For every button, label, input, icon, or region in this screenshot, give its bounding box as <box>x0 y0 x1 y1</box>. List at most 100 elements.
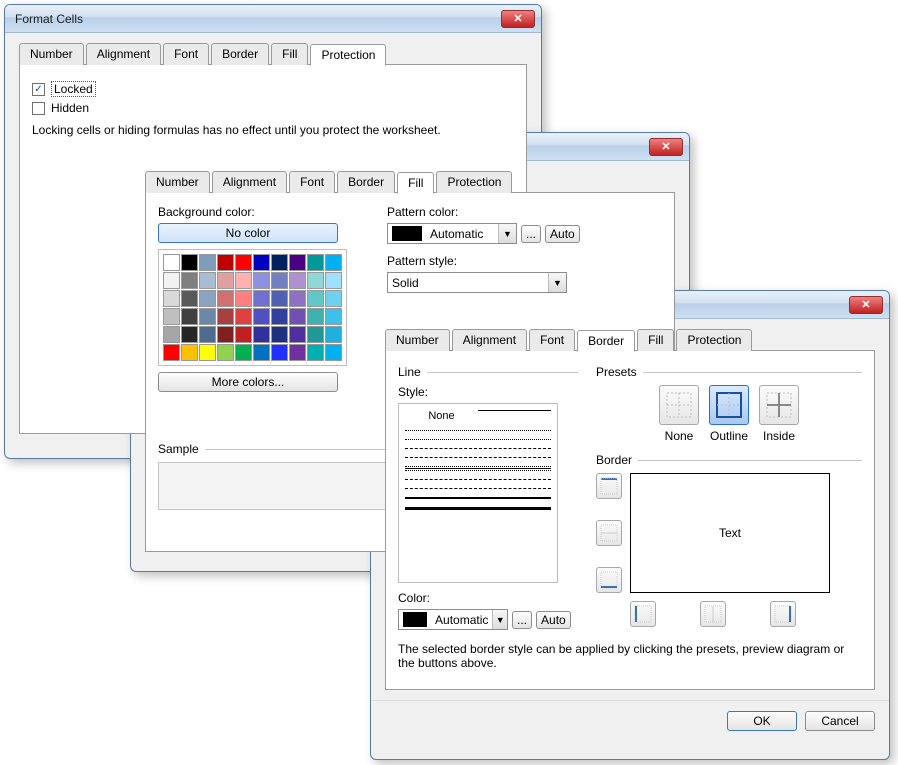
tab-alignment[interactable]: Alignment <box>212 171 287 193</box>
color-swatch[interactable] <box>271 344 288 361</box>
color-swatch[interactable] <box>217 272 234 289</box>
color-swatch[interactable] <box>289 254 306 271</box>
color-swatch[interactable] <box>253 344 270 361</box>
pattern-color-auto-button[interactable]: Auto <box>545 225 580 243</box>
line-style-option[interactable] <box>405 507 551 510</box>
color-swatch[interactable] <box>163 344 180 361</box>
color-palette[interactable] <box>158 249 347 366</box>
color-swatch[interactable] <box>217 254 234 271</box>
close-button[interactable]: ✕ <box>849 296 883 314</box>
border-color-combo[interactable]: Automatic ▼ <box>398 609 508 630</box>
color-swatch[interactable] <box>199 326 216 343</box>
color-swatch[interactable] <box>253 290 270 307</box>
line-style-option[interactable] <box>405 479 551 480</box>
color-swatch[interactable] <box>271 308 288 325</box>
color-swatch[interactable] <box>307 272 324 289</box>
line-style-option[interactable] <box>405 488 551 489</box>
color-swatch[interactable] <box>325 290 342 307</box>
color-swatch[interactable] <box>307 254 324 271</box>
border-middle-h-button[interactable] <box>596 520 622 546</box>
tab-number[interactable]: Number <box>145 171 210 193</box>
tab-fill[interactable]: Fill <box>397 172 434 194</box>
color-swatch[interactable] <box>289 326 306 343</box>
tab-font[interactable]: Font <box>163 43 209 65</box>
color-swatch[interactable] <box>181 290 198 307</box>
tab-protection[interactable]: Protection <box>436 171 512 193</box>
color-swatch[interactable] <box>325 272 342 289</box>
color-swatch[interactable] <box>289 290 306 307</box>
preset-none-button[interactable] <box>659 385 699 425</box>
color-swatch[interactable] <box>253 308 270 325</box>
color-swatch[interactable] <box>271 254 288 271</box>
color-swatch[interactable] <box>271 272 288 289</box>
line-style-list[interactable]: None <box>398 403 558 583</box>
locked-checkbox[interactable]: ✓ Locked <box>32 81 514 97</box>
color-swatch[interactable] <box>307 308 324 325</box>
tab-border[interactable]: Border <box>211 43 269 65</box>
color-swatch[interactable] <box>217 290 234 307</box>
tab-border[interactable]: Border <box>577 330 635 352</box>
titlebar[interactable]: Format Cells ✕ <box>5 5 541 33</box>
color-swatch[interactable] <box>325 308 342 325</box>
tab-number[interactable]: Number <box>19 43 84 65</box>
color-swatch[interactable] <box>289 308 306 325</box>
line-style-option[interactable] <box>405 439 551 440</box>
color-swatch[interactable] <box>289 344 306 361</box>
color-swatch[interactable] <box>253 272 270 289</box>
color-swatch[interactable] <box>253 254 270 271</box>
border-top-button[interactable] <box>596 473 622 499</box>
tab-number[interactable]: Number <box>385 329 450 351</box>
more-colors-button[interactable]: More colors... <box>158 372 338 392</box>
color-swatch[interactable] <box>163 290 180 307</box>
line-style-option[interactable] <box>405 430 551 431</box>
color-swatch[interactable] <box>163 308 180 325</box>
tab-font[interactable]: Font <box>529 329 575 351</box>
color-swatch[interactable] <box>235 254 252 271</box>
color-swatch[interactable] <box>235 344 252 361</box>
color-swatch[interactable] <box>325 344 342 361</box>
color-swatch[interactable] <box>181 272 198 289</box>
color-swatch[interactable] <box>217 308 234 325</box>
color-swatch[interactable] <box>181 254 198 271</box>
tab-protection[interactable]: Protection <box>310 44 386 66</box>
color-swatch[interactable] <box>217 344 234 361</box>
ok-button[interactable]: OK <box>727 711 797 731</box>
border-preview[interactable]: Text <box>630 473 830 593</box>
color-swatch[interactable] <box>199 254 216 271</box>
tab-font[interactable]: Font <box>289 171 335 193</box>
border-bottom-button[interactable] <box>596 567 622 593</box>
border-color-more-button[interactable]: ... <box>512 611 532 629</box>
line-style-option[interactable] <box>405 448 551 449</box>
cancel-button[interactable]: Cancel <box>805 711 875 731</box>
color-swatch[interactable] <box>289 272 306 289</box>
color-swatch[interactable] <box>199 272 216 289</box>
color-swatch[interactable] <box>235 308 252 325</box>
color-swatch[interactable] <box>307 344 324 361</box>
close-button[interactable]: ✕ <box>649 138 683 156</box>
color-swatch[interactable] <box>199 344 216 361</box>
pattern-style-combo[interactable]: Solid ▼ <box>387 272 567 293</box>
color-swatch[interactable] <box>217 326 234 343</box>
color-swatch[interactable] <box>325 326 342 343</box>
color-swatch[interactable] <box>181 308 198 325</box>
tab-fill[interactable]: Fill <box>637 329 674 351</box>
hidden-checkbox[interactable]: Hidden <box>32 101 514 115</box>
color-swatch[interactable] <box>235 272 252 289</box>
preset-inside-button[interactable] <box>759 385 799 425</box>
color-swatch[interactable] <box>235 326 252 343</box>
color-swatch[interactable] <box>199 290 216 307</box>
border-middle-v-button[interactable] <box>700 601 726 627</box>
color-swatch[interactable] <box>271 290 288 307</box>
line-style-option[interactable] <box>405 497 551 499</box>
color-swatch[interactable] <box>199 308 216 325</box>
tab-border[interactable]: Border <box>337 171 395 193</box>
tab-alignment[interactable]: Alignment <box>452 329 527 351</box>
tab-protection[interactable]: Protection <box>676 329 752 351</box>
border-color-auto-button[interactable]: Auto <box>536 611 571 629</box>
color-swatch[interactable] <box>235 290 252 307</box>
border-left-button[interactable] <box>630 601 656 627</box>
pattern-color-combo[interactable]: Automatic ▼ <box>387 223 517 244</box>
color-swatch[interactable] <box>253 326 270 343</box>
color-swatch[interactable] <box>307 290 324 307</box>
color-swatch[interactable] <box>271 326 288 343</box>
